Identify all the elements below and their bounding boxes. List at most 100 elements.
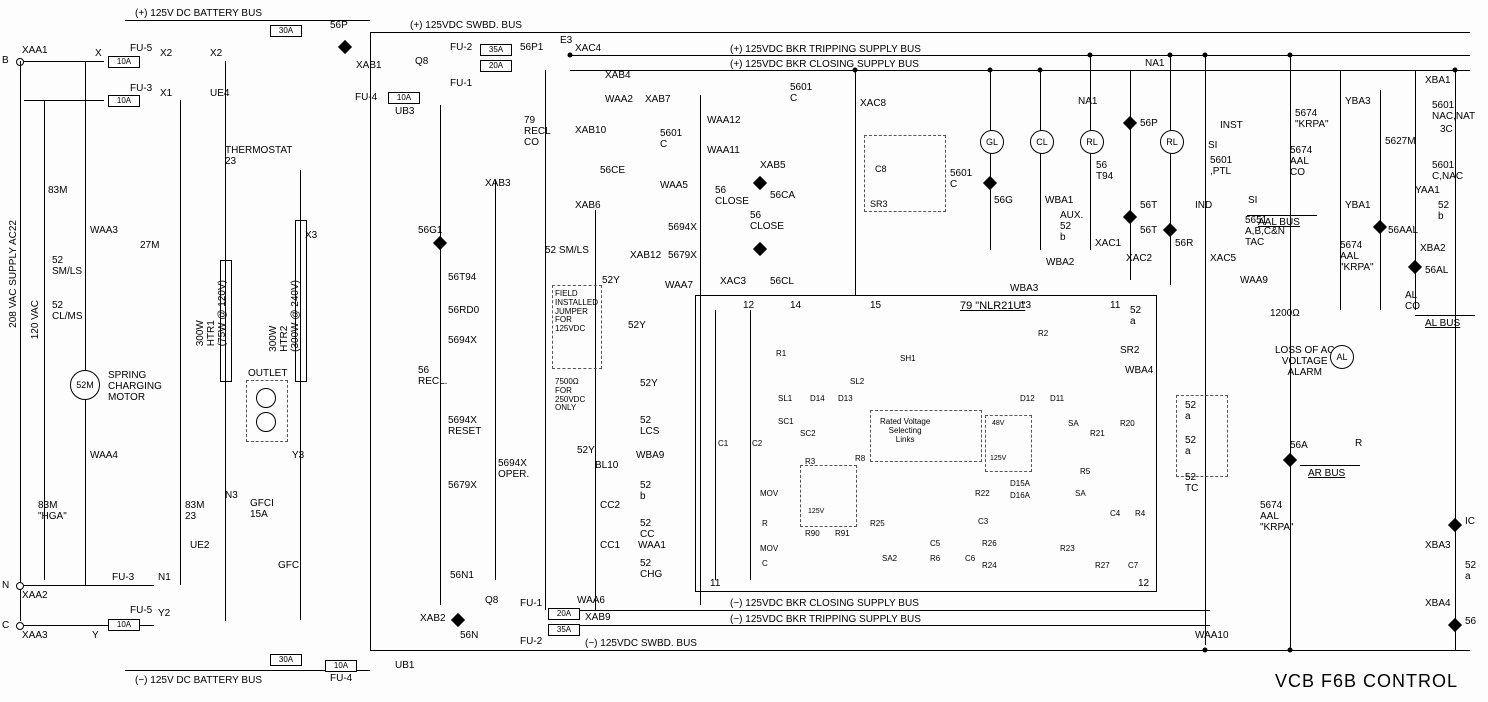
recl56: 56 RECL. — [418, 365, 447, 387]
fu1: FU-1 — [450, 78, 472, 89]
t56l: 56T — [1140, 200, 1157, 211]
ic: IC — [1465, 516, 1475, 527]
lcs52: 52 LCS — [640, 415, 659, 437]
wba4: WBA4 — [1125, 365, 1153, 376]
ce56: 56CE — [600, 165, 625, 176]
c5601: 5601 C — [660, 128, 682, 150]
left-n1: N1 — [158, 572, 171, 583]
lamp-gl: GL — [980, 130, 1004, 154]
xac2: XAC2 — [1126, 253, 1152, 264]
ar-bus: AR BUS — [1308, 468, 1345, 479]
nlr-sa2: SA2 — [882, 555, 897, 564]
aal-bus: AAL BUS — [1258, 217, 1300, 228]
nlr-sc1: SC1 — [778, 418, 794, 427]
xab1: XAB1 — [356, 60, 382, 71]
aal5674: 5674 AAL CO — [1290, 145, 1312, 178]
nlr-sc2: SC2 — [800, 430, 816, 439]
na1b: NA1 — [1145, 58, 1164, 69]
waa5: WAA5 — [660, 180, 688, 191]
a56: 56A — [1290, 440, 1308, 451]
nlr-sl2: SL2 — [850, 378, 864, 387]
ind: IND — [1195, 200, 1212, 211]
g56l: 56G — [994, 195, 1013, 206]
p56p1: 56P1 — [520, 42, 543, 53]
inst: INST — [1220, 120, 1243, 131]
fu1r-bot: 20A — [548, 608, 580, 620]
yba3: YBA3 — [1345, 96, 1371, 107]
left-y2: Y2 — [158, 608, 170, 619]
xab3: XAB3 — [485, 178, 511, 189]
fuse-30a-top: 30A — [270, 25, 302, 37]
fu5-bot-rating: 10A — [108, 619, 140, 631]
outlet: OUTLET — [248, 368, 287, 379]
waa2: WAA2 — [605, 94, 633, 105]
m5627: 5627M — [1385, 136, 1416, 147]
p56: 56P — [330, 20, 348, 31]
left-ue4: UE4 — [210, 88, 229, 99]
waa12: WAA12 — [707, 115, 741, 126]
wba9: WBA9 — [636, 450, 664, 461]
chg52: 52 CHG — [640, 558, 662, 580]
nlr-r6: R6 — [930, 555, 940, 564]
bus-swbd-pos: (+) 125VDC SWBD. BUS — [410, 20, 522, 31]
motor-52m: 52M — [70, 370, 100, 400]
thermostat: THERMOSTAT 23 — [225, 145, 292, 167]
y52c: 52Y — [640, 378, 658, 389]
nlr-r4: R4 — [1135, 510, 1145, 519]
nlr-c7: C7 — [1128, 562, 1138, 571]
x5679b: 5679X — [668, 250, 697, 261]
xab10: XAB10 — [575, 125, 606, 136]
nlr-r25: R25 — [870, 520, 885, 529]
xab2: XAB2 — [420, 613, 446, 624]
aal5674c: 5674 AAL "KRPA" — [1260, 500, 1294, 533]
n3: N3 — [225, 490, 238, 501]
lamp-rl: RL — [1080, 130, 1104, 154]
loss-ac: LOSS OF AC VOLTAGE ALARM — [1275, 345, 1334, 378]
si: SI — [1208, 140, 1217, 151]
nlr-r24: R24 — [982, 562, 997, 571]
nlr-r90: R90 — [805, 530, 820, 539]
nlr-p13: 13 — [1020, 300, 1031, 311]
nlr-sa3: SA — [1075, 490, 1086, 499]
wba1: WBA1 — [1045, 195, 1073, 206]
nlr-v48: 48V — [992, 420, 1004, 428]
y52a: 52Y — [602, 275, 620, 286]
lamp-rl2: RL — [1160, 130, 1184, 154]
cnac5601: 5601 C — [790, 82, 812, 104]
t56: 56T94 — [448, 272, 476, 283]
waa3: WAA3 — [90, 225, 118, 236]
nlr-c2: C2 — [752, 440, 762, 449]
smls52: 52 SM/LS — [545, 245, 589, 256]
xac8: XAC8 — [860, 98, 886, 109]
ue2: UE2 — [190, 540, 209, 551]
q8-top: Q8 — [415, 56, 428, 67]
nlr-d15a: D15A — [1010, 480, 1030, 489]
fu4: FU-4 — [355, 92, 377, 103]
t56194: 56 T94 — [1096, 160, 1113, 182]
fu4-bot: 10A — [325, 660, 357, 672]
nlr-c: C — [762, 560, 768, 569]
yaa1: YAA1 — [1415, 185, 1440, 196]
aux52b: AUX. 52 b — [1060, 210, 1083, 243]
yba1: YBA1 — [1345, 200, 1371, 211]
rd56: 56RD0 — [448, 305, 479, 316]
nlr-d11: D11 — [1050, 395, 1064, 404]
cl56: 56CL — [770, 276, 794, 287]
bus-dc-batt-pos: (+) 125V DC BATTERY BUS — [135, 8, 262, 19]
xba3: XBA3 — [1425, 540, 1451, 551]
c5601b: 5601 C — [950, 168, 972, 190]
close56: 56 CLOSE — [715, 185, 749, 207]
nlr-r8: R8 — [855, 455, 865, 464]
gfci2: GFCI — [278, 560, 302, 571]
left-x1: X1 — [160, 88, 172, 99]
waa11: WAA11 — [707, 145, 740, 156]
recl79: 79 RECL CO — [524, 115, 551, 148]
sr3: SR3 — [870, 200, 888, 210]
bus-trip-neg: (−) 125VDC BKR TRIPPING SUPPLY BUS — [730, 614, 921, 625]
fu4-bot-l: FU-4 — [330, 673, 352, 684]
fu5-top: FU-5 — [130, 43, 152, 54]
term-b: B — [2, 55, 9, 66]
waa1: WAA1 — [638, 540, 666, 551]
sr2: SR2 — [1120, 345, 1139, 356]
b52: 52 b — [640, 480, 651, 502]
